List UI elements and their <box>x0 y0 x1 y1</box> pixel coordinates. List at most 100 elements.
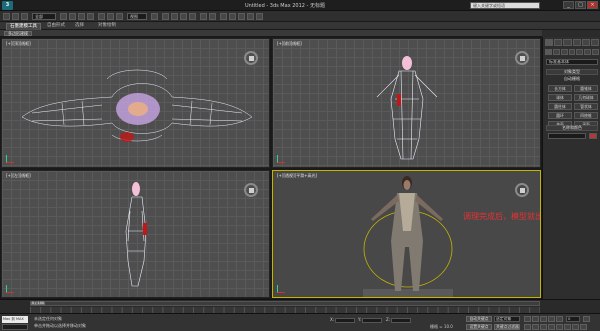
next-frame-icon[interactable] <box>548 316 555 322</box>
command-panel: 标准基本体 对象类型 自动栅格 长方体 圆锥体 球体 几何球体 圆柱体 管状体 … <box>542 37 600 299</box>
motion-tab-icon[interactable] <box>572 39 581 46</box>
previous-frame-icon[interactable] <box>532 316 539 322</box>
scale-icon[interactable] <box>116 13 123 20</box>
link-icon[interactable] <box>21 13 28 20</box>
search-input[interactable]: 键入关键字或短语 <box>470 2 540 9</box>
window-crossing-icon[interactable] <box>87 13 94 20</box>
autogrid-checkbox[interactable]: 自动栅格 <box>546 77 598 83</box>
tab-graphite-modeling[interactable]: 石墨建模工具 <box>6 23 41 30</box>
viewport-perspective[interactable]: [+][透视][平滑+高光] 调理完成后，模型就出来啦 <box>272 170 541 298</box>
undo-icon[interactable] <box>3 13 10 20</box>
rotate-icon[interactable] <box>107 13 114 20</box>
x-coord-field[interactable] <box>335 317 356 323</box>
tab-freeform[interactable]: 自由形式 <box>44 23 68 30</box>
spinner-snap-icon[interactable] <box>189 13 196 20</box>
tab-object-paint[interactable]: 对象绘制 <box>95 23 119 30</box>
shapes-icon[interactable] <box>552 49 560 55</box>
y-coord-label: Y: <box>358 317 362 322</box>
zoom-extents-all-icon[interactable] <box>548 324 555 330</box>
select-by-name-icon[interactable] <box>69 13 76 20</box>
polygon-modeling-button[interactable]: 多边形建模 <box>4 31 32 36</box>
space-warps-icon[interactable] <box>584 49 592 55</box>
play-icon[interactable] <box>540 316 547 322</box>
z-coord-label: Z: <box>386 317 391 322</box>
tab-selection[interactable]: 选择 <box>72 23 87 30</box>
maxscript-output[interactable] <box>2 324 28 330</box>
geometry-icon[interactable] <box>545 49 552 55</box>
render-setup-icon[interactable] <box>247 13 254 20</box>
sphere-button[interactable]: 球体 <box>548 94 572 101</box>
key-filter-dropdown[interactable]: 选定对象 <box>494 316 520 322</box>
layer-icon[interactable] <box>220 13 227 20</box>
cone-button[interactable]: 圆锥体 <box>574 85 598 92</box>
render-icon[interactable] <box>256 13 263 20</box>
close-button[interactable]: × <box>587 1 598 9</box>
move-icon[interactable] <box>98 13 105 20</box>
percent-snap-icon[interactable] <box>180 13 187 20</box>
axis-gizmo-icon <box>277 155 285 163</box>
time-slider-thumb[interactable]: 0 / 100 <box>31 301 45 305</box>
pivot-icon[interactable] <box>151 13 158 20</box>
minimize-button[interactable]: _ <box>563 1 574 9</box>
zoom-all-icon[interactable] <box>532 324 539 330</box>
go-to-start-icon[interactable] <box>524 316 531 322</box>
object-type-rollout[interactable]: 对象类型 <box>546 69 598 75</box>
time-config-icon[interactable] <box>583 316 590 322</box>
set-key-button[interactable]: 设置关键点 <box>466 324 492 330</box>
y-coord-field[interactable] <box>362 317 383 323</box>
zoom-extents-icon[interactable] <box>540 324 547 330</box>
torus-button[interactable]: 圆环 <box>548 112 572 119</box>
maximize-button[interactable]: □ <box>575 1 586 9</box>
mirror-icon[interactable] <box>200 13 207 20</box>
maxscript-listener[interactable]: Max 到 MAX <box>2 316 28 323</box>
align-icon[interactable] <box>209 13 216 20</box>
display-tab-icon[interactable] <box>581 39 590 46</box>
selection-status: 未选定任何对象 <box>34 316 62 321</box>
lights-icon[interactable] <box>560 49 568 55</box>
select-object-icon[interactable] <box>60 13 67 20</box>
axis-gizmo-icon <box>277 285 285 293</box>
axis-gizmo-icon <box>6 155 14 163</box>
systems-icon[interactable] <box>592 49 600 55</box>
viewport-front[interactable]: [+][前][线框] <box>272 38 541 168</box>
pan-icon[interactable] <box>564 324 571 330</box>
material-editor-icon[interactable] <box>238 13 245 20</box>
z-coord-field[interactable] <box>391 317 412 323</box>
snap-icon[interactable] <box>162 13 169 20</box>
object-name-field[interactable] <box>548 133 586 139</box>
auto-key-button[interactable]: 自动关键点 <box>466 316 492 322</box>
redo-icon[interactable] <box>12 13 19 20</box>
rectangle-select-icon[interactable] <box>78 13 85 20</box>
viewport-top[interactable]: [+][顶][线框] <box>1 38 270 168</box>
cylinder-button[interactable]: 圆柱体 <box>548 103 572 110</box>
key-filters-button[interactable]: 关键点过滤器 <box>494 324 520 330</box>
box-button[interactable]: 长方体 <box>548 85 572 92</box>
time-slider[interactable]: 0 / 100 <box>30 301 540 306</box>
orbit-icon[interactable] <box>572 324 579 330</box>
field-of-view-icon[interactable] <box>556 324 563 330</box>
cameras-icon[interactable] <box>568 49 576 55</box>
go-to-end-icon[interactable] <box>556 316 563 322</box>
app-logo-icon[interactable]: 3 <box>2 1 13 10</box>
utilities-tab-icon[interactable] <box>590 39 600 46</box>
title-bar: 3 Untitled - 3ds Max 2012 - 无标题 键入关键字或短语… <box>0 0 600 11</box>
angle-snap-icon[interactable] <box>171 13 178 20</box>
selection-filter-dropdown[interactable]: 全部 <box>32 13 56 20</box>
curve-editor-icon[interactable] <box>229 13 236 20</box>
window-title: Untitled - 3ds Max 2012 - 无标题 <box>245 3 325 9</box>
helpers-icon[interactable] <box>576 49 584 55</box>
name-color-rollout[interactable]: 名称和颜色 <box>546 125 598 131</box>
hierarchy-tab-icon[interactable] <box>563 39 572 46</box>
current-frame-field[interactable]: 0 <box>566 316 580 322</box>
object-category-dropdown[interactable]: 标准基本体 <box>546 59 598 65</box>
pyramid-button[interactable]: 四棱锥 <box>574 112 598 119</box>
zoom-icon[interactable] <box>524 324 531 330</box>
maximize-viewport-icon[interactable] <box>580 324 587 330</box>
reference-coordinate-dropdown[interactable]: 视图 <box>127 13 147 20</box>
geosphere-button[interactable]: 几何球体 <box>574 94 598 101</box>
modify-tab-icon[interactable] <box>554 39 563 46</box>
create-tab-icon[interactable] <box>545 39 554 46</box>
object-color-swatch[interactable] <box>589 133 597 139</box>
viewport-left[interactable]: [+][左][线框] <box>1 170 270 298</box>
tube-button[interactable]: 管状体 <box>574 103 598 110</box>
